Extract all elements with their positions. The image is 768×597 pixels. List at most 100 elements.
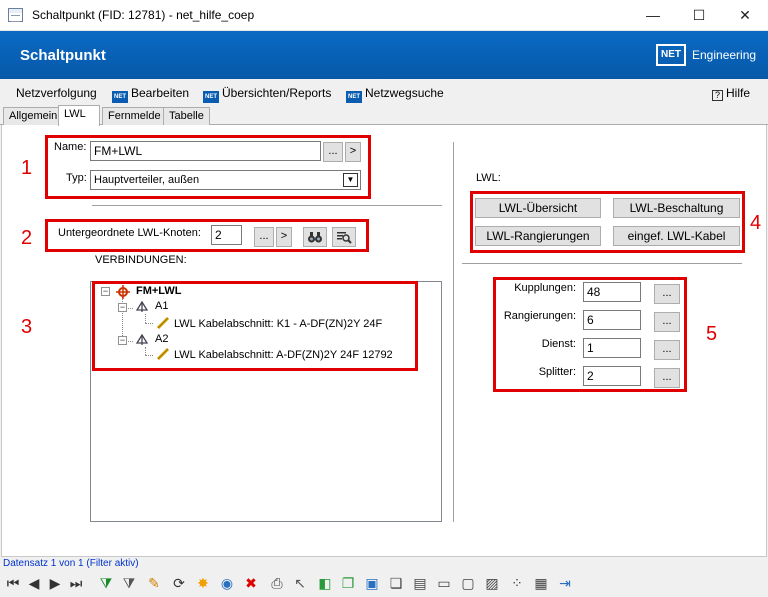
net-logo-text: Engineering [692, 48, 757, 62]
chevron-down-icon[interactable]: ▼ [343, 173, 358, 187]
tree-line [145, 347, 146, 355]
rangierungen-field: 6 [583, 310, 641, 330]
lwl-beschaltung-button[interactable]: LWL-Beschaltung [613, 198, 740, 218]
node-search-button[interactable] [303, 227, 327, 247]
lwl-uebersicht-button[interactable]: LWL-Übersicht [475, 198, 601, 218]
document-star-icon[interactable]: ▢ [459, 574, 477, 592]
splitter-browse-button[interactable]: ... [654, 368, 680, 388]
frame-icon[interactable]: ▣ [363, 574, 381, 592]
image-add-icon[interactable]: ▨ [483, 574, 501, 592]
new-document-icon[interactable]: ▤ [411, 574, 429, 592]
sub-nodes-count-field[interactable]: 2 [211, 225, 242, 245]
sub-nodes-browse-button[interactable]: ... [254, 227, 274, 247]
net-logo: NET [656, 44, 686, 66]
edit-pencil-icon[interactable]: ✎ [145, 574, 163, 592]
divider [462, 263, 742, 265]
name-input[interactable]: FM+LWL [90, 141, 321, 161]
bottom-toolbar: ⏮ ◀ ▶ ⏭ ⧩ ⧩ ✎ ⟳ ✸ ◉ ✖ ⎙ ↖ ◧ ❐ ▣ ❏ ▤ ▭ ▢ ▨ ⁘ ▦ ⇥ [0, 570, 768, 597]
menu-uebersichten-label: Übersichten/Reports [222, 86, 332, 100]
window-title: Schaltpunkt (FID: 12781) - net_hilfe_coe… [32, 8, 255, 22]
banner-title: Schaltpunkt [20, 47, 106, 64]
tree-line [145, 355, 153, 356]
minimize-button[interactable]: — [630, 0, 676, 31]
window-titlebar: Schaltpunkt (FID: 12781) - net_hilfe_coe… [0, 0, 768, 31]
window-copy-icon[interactable]: ❏ [387, 574, 405, 592]
marker-1: 1 [21, 157, 33, 179]
kupplungen-label: Kupplungen: [514, 282, 576, 294]
network-icon[interactable]: ⁘ [508, 574, 526, 592]
net-icon: NET [346, 91, 362, 103]
tree-node-a2-cable[interactable]: LWL Kabelabschnitt: A-DF(ZN)2Y 24F 12792 [174, 349, 393, 361]
first-record-icon[interactable]: ⏮ [4, 574, 22, 592]
close-button[interactable]: ✕ [722, 0, 768, 31]
header-banner: Schaltpunkt NET Engineering [0, 31, 768, 79]
name-goto-button[interactable]: > [345, 142, 361, 162]
typ-select[interactable]: Hauptverteiler, außen ▼ [90, 170, 361, 190]
tree-collapse-toggle[interactable]: − [118, 336, 127, 345]
next-record-icon[interactable]: ▶ [46, 574, 64, 592]
new-record-icon[interactable]: ✸ [194, 574, 212, 592]
tab-fernmelde[interactable]: Fernmelde [102, 107, 167, 125]
cable-end-icon [135, 300, 149, 312]
menu-netzwegsuche[interactable]: NET Netzwegsuche [346, 86, 444, 103]
previous-record-icon[interactable]: ◀ [25, 574, 43, 592]
name-label: Name: [54, 141, 87, 153]
table-icon[interactable]: ▦ [532, 574, 550, 592]
kupplungen-field: 48 [583, 282, 641, 302]
binoculars-icon [308, 232, 322, 243]
delete-icon[interactable]: ✖ [242, 574, 260, 592]
app-window-icon [8, 8, 23, 22]
splitter-label: Splitter: [538, 366, 576, 378]
refresh-icon[interactable]: ⟳ [170, 574, 188, 592]
last-record-icon[interactable]: ⏭ [67, 574, 85, 592]
menu-netzverfolgung[interactable]: Netzverfolgung [16, 86, 97, 100]
marker-3: 3 [21, 316, 33, 338]
dienst-browse-button[interactable]: ... [654, 340, 680, 360]
marker-5: 5 [706, 323, 718, 345]
tree-node-a1[interactable]: A1 [155, 300, 168, 312]
print-icon[interactable]: ⎙ [268, 574, 286, 592]
marker-2: 2 [21, 227, 33, 249]
menu-hilfe[interactable]: ? Hilfe [712, 86, 750, 101]
select-icon[interactable]: ↖ [291, 574, 309, 592]
document-icon[interactable]: ▭ [435, 574, 453, 592]
typ-select-value: Hauptverteiler, außen [94, 174, 200, 186]
record-status: Datensatz 1 von 1 (Filter aktiv) [3, 558, 139, 569]
rangierungen-browse-button[interactable]: ... [654, 312, 680, 332]
exit-icon[interactable]: ⇥ [556, 574, 574, 592]
dienst-field: 1 [583, 338, 641, 358]
fiber-cable-icon [156, 347, 170, 361]
tab-tabelle[interactable]: Tabelle [163, 107, 210, 125]
dienst-label: Dienst: [541, 338, 576, 350]
tree-line [145, 314, 146, 323]
menu-bearbeiten[interactable]: NET Bearbeiten [112, 86, 189, 103]
kupplungen-browse-button[interactable]: ... [654, 284, 680, 304]
fiber-cable-icon [156, 316, 170, 330]
net-icon: NET [112, 91, 128, 103]
sub-nodes-goto-button[interactable]: > [276, 227, 292, 247]
cable-end-icon [135, 333, 149, 345]
lwl-rangierungen-button[interactable]: LWL-Rangierungen [475, 226, 601, 246]
maximize-button[interactable]: ☐ [676, 0, 722, 31]
tree-collapse-toggle[interactable]: − [118, 303, 127, 312]
copy-icon[interactable]: ❐ [339, 574, 357, 592]
sub-nodes-label: Untergeordnete LWL-Knoten: [58, 227, 201, 239]
name-browse-button[interactable]: ... [323, 142, 343, 162]
tab-lwl[interactable]: LWL [58, 105, 100, 126]
marker-4: 4 [750, 212, 762, 234]
tree-node-a1-cable[interactable]: LWL Kabelabschnitt: K1 - A-DF(ZN)2Y 24F [174, 318, 382, 330]
globe-icon[interactable]: ◉ [218, 574, 236, 592]
tree-collapse-toggle[interactable]: − [101, 287, 110, 296]
menu-netzwegsuche-label: Netzwegsuche [365, 86, 444, 100]
tree-node-a2[interactable]: A2 [155, 333, 168, 345]
eingef-lwl-kabel-button[interactable]: eingef. LWL-Kabel [613, 226, 740, 246]
filter-icon[interactable]: ⧩ [120, 574, 138, 592]
add-filter-icon[interactable]: ⧩ [97, 574, 115, 592]
connections-label: VERBINDUNGEN: [95, 254, 187, 266]
tree-root-node[interactable]: FM+LWL [136, 285, 182, 297]
tab-strip: Allgemein LWL Fernmelde Tabelle [0, 105, 768, 126]
box-icon[interactable]: ◧ [316, 574, 334, 592]
menu-uebersichten-reports[interactable]: NET Übersichten/Reports [203, 86, 331, 103]
list-search-button[interactable] [332, 227, 356, 247]
tab-allgemein[interactable]: Allgemein [3, 107, 64, 125]
